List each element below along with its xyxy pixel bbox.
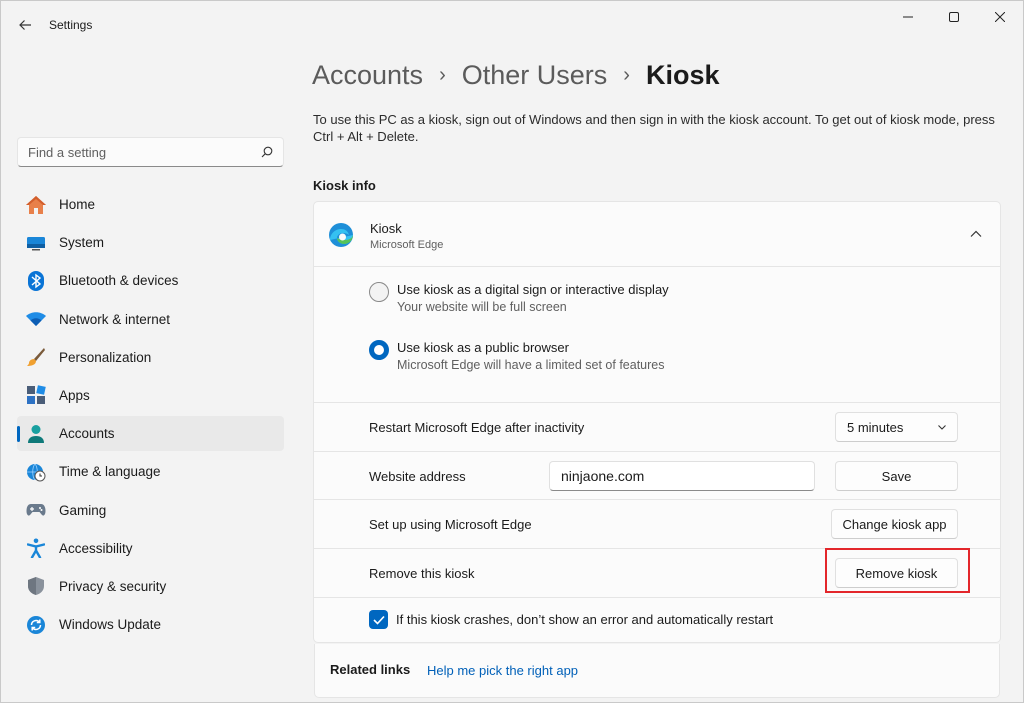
update-icon	[25, 614, 47, 636]
kiosk-card-header[interactable]: Kiosk Microsoft Edge	[314, 202, 1000, 267]
radio-public-browser[interactable]: Use kiosk as a public browser Microsoft …	[369, 340, 664, 372]
crash-restart-label: If this kiosk crashes, don’t show an err…	[396, 612, 774, 627]
sidebar-item-label: Network & internet	[59, 311, 171, 327]
sidebar-item-privacy[interactable]: Privacy & security	[17, 569, 284, 604]
radio-sublabel: Microsoft Edge will have a limited set o…	[397, 358, 665, 372]
related-links-label: Related links	[330, 662, 411, 677]
settings-window: Settings Home System	[0, 0, 1024, 703]
accessibility-icon	[25, 537, 47, 559]
chevron-down-icon	[938, 425, 946, 430]
minimize-icon	[903, 16, 913, 18]
radio-digital-sign[interactable]: Use kiosk as a digital sign or interacti…	[369, 282, 669, 314]
section-title: Kiosk info	[313, 178, 376, 193]
crash-restart-checkbox[interactable]	[369, 610, 388, 629]
maximize-button[interactable]	[931, 1, 977, 33]
edge-icon	[329, 223, 353, 247]
search-input[interactable]	[28, 144, 261, 160]
setup-row: Set up using Microsoft Edge Change kiosk…	[314, 499, 1000, 548]
radio-button[interactable]	[369, 282, 389, 302]
sidebar-nav: Home System Bluetooth & devices Network …	[17, 187, 284, 645]
radio-label: Use kiosk as a digital sign or interacti…	[397, 282, 669, 297]
sidebar-item-label: Personalization	[59, 349, 152, 365]
sidebar-item-label: Accounts	[59, 426, 115, 442]
back-button[interactable]	[11, 11, 39, 39]
kiosk-title: Kiosk	[370, 221, 402, 236]
sidebar-item-label: System	[59, 235, 105, 251]
search-box[interactable]	[17, 137, 284, 167]
sidebar-item-windows-update[interactable]: Windows Update	[17, 607, 284, 642]
sidebar-item-time-language[interactable]: Time & language	[17, 454, 284, 489]
change-kiosk-app-button[interactable]: Change kiosk app	[831, 509, 958, 539]
breadcrumb-separator: ›	[623, 63, 630, 86]
close-icon	[995, 12, 1005, 22]
shield-icon	[25, 575, 47, 597]
website-address-input[interactable]	[549, 461, 815, 491]
radio-label: Use kiosk as a public browser	[397, 340, 569, 355]
wifi-icon	[25, 308, 47, 330]
sidebar-item-accounts[interactable]: Accounts	[17, 416, 284, 452]
sidebar-item-system[interactable]: System	[17, 225, 284, 260]
sidebar-item-label: Windows Update	[59, 617, 162, 633]
help-pick-app-link[interactable]: Help me pick the right app	[427, 663, 578, 678]
radio-button-selected[interactable]	[369, 340, 389, 360]
gamepad-icon	[25, 499, 47, 521]
restart-dropdown-value: 5 minutes	[847, 419, 904, 435]
search-icon	[261, 146, 273, 158]
sidebar-item-accessibility[interactable]: Accessibility	[17, 531, 284, 566]
website-row: Website address Save	[314, 451, 1000, 499]
sidebar-item-personalization[interactable]: Personalization	[17, 340, 284, 375]
restart-row: Restart Microsoft Edge after inactivity …	[314, 402, 1000, 451]
sidebar-item-gaming[interactable]: Gaming	[17, 493, 284, 528]
save-button[interactable]: Save	[835, 461, 958, 491]
apps-icon	[25, 384, 47, 406]
sidebar-item-label: Gaming	[59, 502, 107, 518]
close-button[interactable]	[977, 1, 1023, 33]
breadcrumb: Accounts › Other Users › Kiosk	[312, 57, 719, 93]
home-icon	[25, 194, 47, 216]
restart-label: Restart Microsoft Edge after inactivity	[369, 420, 585, 435]
setup-label: Set up using Microsoft Edge	[369, 517, 532, 532]
restart-dropdown[interactable]: 5 minutes	[835, 412, 958, 442]
checkmark-icon	[372, 615, 385, 625]
breadcrumb-separator: ›	[439, 63, 446, 86]
crash-restart-checkbox-row[interactable]: If this kiosk crashes, don’t show an err…	[369, 610, 773, 629]
breadcrumb-accounts[interactable]: Accounts	[312, 60, 423, 91]
related-links: Related links Help me pick the right app	[314, 644, 1000, 698]
sidebar-item-label: Accessibility	[59, 540, 133, 556]
sidebar-item-bluetooth[interactable]: Bluetooth & devices	[17, 263, 284, 298]
globe-clock-icon	[25, 461, 47, 483]
sidebar-item-label: Home	[59, 197, 96, 212]
back-arrow-icon	[19, 20, 31, 30]
sidebar-item-home[interactable]: Home	[17, 187, 284, 222]
title-bar: Settings	[1, 1, 1023, 49]
person-icon	[25, 423, 47, 445]
sidebar-item-label: Bluetooth & devices	[59, 273, 179, 289]
kiosk-subtitle: Microsoft Edge	[370, 239, 444, 251]
remove-label: Remove this kiosk	[369, 566, 475, 581]
sidebar-item-apps[interactable]: Apps	[17, 378, 284, 413]
monitor-icon	[25, 232, 47, 254]
sidebar-item-network[interactable]: Network & internet	[17, 302, 284, 337]
bluetooth-icon	[25, 270, 47, 292]
highlight-annotation	[825, 548, 970, 593]
sidebar-item-label: Privacy & security	[59, 578, 167, 594]
sidebar-item-label: Apps	[59, 387, 90, 403]
breadcrumb-other-users[interactable]: Other Users	[462, 60, 608, 91]
minimize-button[interactable]	[885, 1, 931, 33]
page-description: To use this PC as a kiosk, sign out of W…	[313, 112, 995, 144]
app-title: Settings	[49, 18, 93, 32]
sidebar-item-label: Time & language	[59, 464, 161, 480]
page-title: Kiosk	[645, 59, 720, 90]
chevron-up-icon[interactable]	[968, 226, 984, 242]
website-label: Website address	[369, 469, 466, 484]
maximize-icon	[949, 12, 959, 22]
brush-icon	[25, 346, 47, 368]
radio-sublabel: Your website will be full screen	[397, 300, 567, 314]
